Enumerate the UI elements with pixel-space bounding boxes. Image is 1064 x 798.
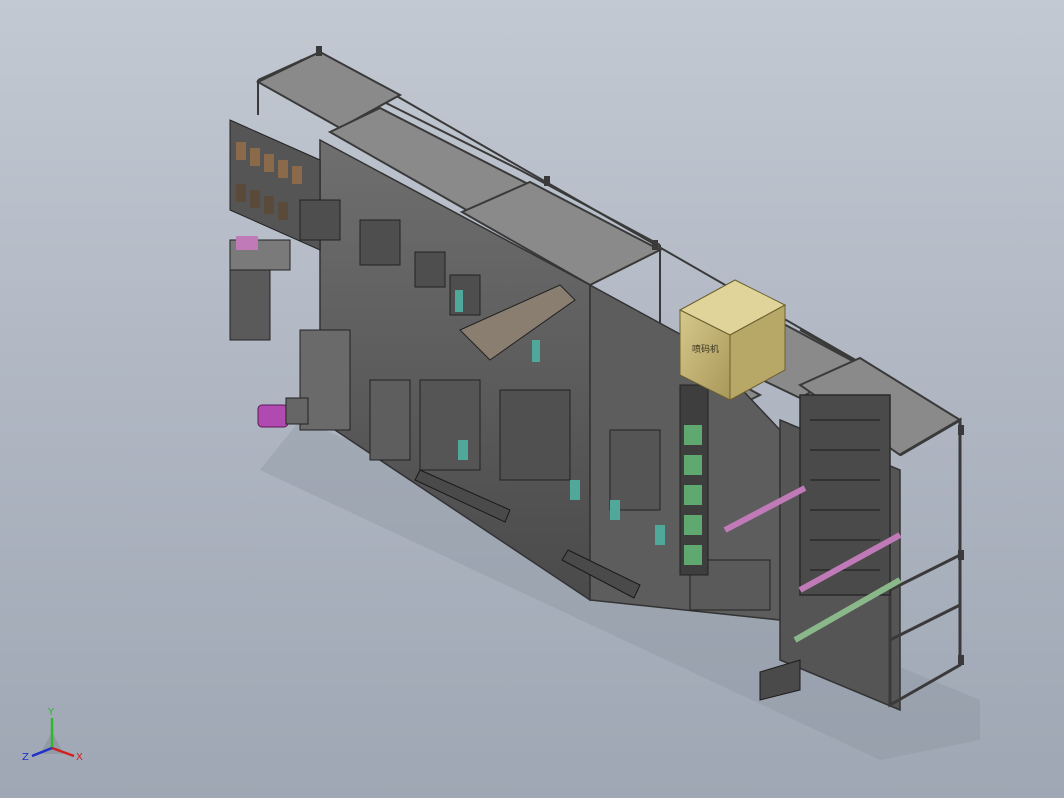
- x-axis-label: X: [76, 752, 83, 763]
- vertical-conveyor: [679, 384, 709, 576]
- machine-assembly-model[interactable]: 喷码机: [0, 0, 1064, 798]
- z-axis-label: Z: [22, 752, 29, 763]
- pink-part: [236, 236, 258, 250]
- magenta-motor: [257, 397, 309, 428]
- orientation-triad[interactable]: Y X Z: [18, 704, 88, 774]
- printer-box-label: 喷码机: [692, 343, 719, 355]
- cad-viewport[interactable]: 喷码机 Y X Z: [0, 0, 1064, 798]
- y-axis-label: Y: [47, 707, 55, 718]
